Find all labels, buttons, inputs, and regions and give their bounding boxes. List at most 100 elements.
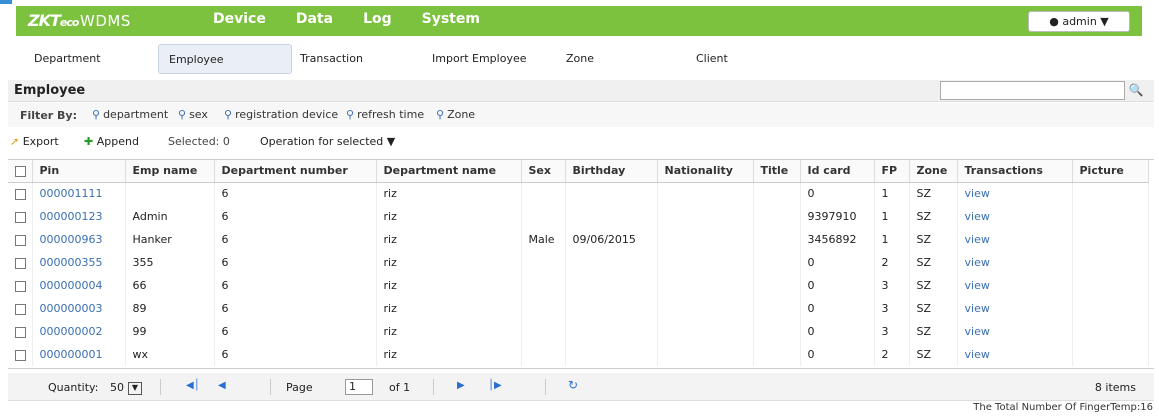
cell-transactions[interactable]: view bbox=[957, 274, 1073, 297]
table-row[interactable]: 000000002 99 6 riz 0 3 SZ view bbox=[8, 320, 1149, 343]
row-checkbox[interactable] bbox=[8, 228, 33, 251]
prev-page-icon[interactable]: ◀ bbox=[218, 380, 226, 391]
page-input[interactable]: 1 bbox=[345, 379, 373, 395]
table-row[interactable]: 000000001 wx 6 riz 0 2 SZ view bbox=[8, 343, 1149, 366]
pagination-bar: Quantity: 50 ▼ ◀│ ◀ Page 1 of 1 ▶ │▶ ↻ 8 … bbox=[8, 373, 1154, 401]
table-row[interactable]: 000000003 89 6 riz 0 3 SZ view bbox=[8, 297, 1149, 320]
cell-nationality bbox=[657, 274, 754, 297]
col-nationality[interactable]: Nationality bbox=[657, 160, 754, 183]
col-title[interactable]: Title bbox=[753, 160, 801, 183]
cell-sex: Male bbox=[521, 228, 566, 251]
operation-dropdown[interactable]: Operation for selected ▼ bbox=[260, 135, 395, 148]
user-menu-button[interactable]: ● admin ▼ bbox=[1028, 11, 1130, 32]
col-department-number[interactable]: Department number bbox=[214, 160, 377, 183]
filter-department[interactable]: ⚲ department bbox=[92, 108, 168, 121]
cell-transactions[interactable]: view bbox=[957, 320, 1073, 343]
row-checkbox[interactable] bbox=[8, 205, 33, 228]
col-id-card[interactable]: Id card bbox=[800, 160, 875, 183]
chevron-down-icon: ▼ bbox=[128, 381, 142, 395]
cell-transactions[interactable]: view bbox=[957, 251, 1073, 274]
col-picture[interactable]: Picture bbox=[1072, 160, 1149, 183]
cell-pin[interactable]: 000000123 bbox=[32, 205, 126, 228]
cell-sex bbox=[521, 297, 566, 320]
cell-pin[interactable]: 000000355 bbox=[32, 251, 126, 274]
cell-id-card: 3456892 bbox=[800, 228, 875, 251]
cell-pin[interactable]: 000001111 bbox=[32, 182, 126, 205]
selected-count: Selected: 0 bbox=[168, 135, 230, 148]
append-button[interactable]: ✚ Append bbox=[84, 135, 139, 148]
item-count: 8 items bbox=[1094, 381, 1136, 394]
row-checkbox[interactable] bbox=[8, 274, 33, 297]
col-department-name[interactable]: Department name bbox=[376, 160, 522, 183]
app-name: WDMS bbox=[80, 12, 131, 30]
search-input[interactable] bbox=[940, 81, 1125, 100]
filter-refresh-time[interactable]: ⚲ refresh time bbox=[346, 108, 424, 121]
refresh-icon[interactable]: ↻ bbox=[568, 378, 578, 392]
cell-pin[interactable]: 000000004 bbox=[32, 274, 126, 297]
cell-pin[interactable]: 000000963 bbox=[32, 228, 126, 251]
first-page-icon[interactable]: ◀│ bbox=[186, 380, 200, 391]
table-row[interactable]: 000001111 6 riz 0 1 SZ view bbox=[8, 182, 1149, 205]
page-of: of 1 bbox=[389, 381, 411, 394]
tab-zone[interactable]: Zone bbox=[566, 44, 594, 74]
col-pin[interactable]: Pin bbox=[32, 160, 126, 183]
select-all-checkbox[interactable] bbox=[8, 160, 33, 183]
cell-nationality bbox=[657, 251, 754, 274]
tab-client[interactable]: Client bbox=[696, 44, 728, 74]
col-emp-name[interactable]: Emp name bbox=[125, 160, 215, 183]
col-fp[interactable]: FP bbox=[874, 160, 910, 183]
caret-down-icon: ▼ bbox=[386, 135, 396, 148]
nav-system[interactable]: System bbox=[422, 11, 480, 27]
cell-transactions[interactable]: view bbox=[957, 205, 1073, 228]
nav-data[interactable]: Data bbox=[296, 11, 333, 27]
next-page-icon[interactable]: ▶ bbox=[457, 380, 465, 391]
row-checkbox[interactable] bbox=[8, 297, 33, 320]
cell-pin[interactable]: 000000003 bbox=[32, 297, 126, 320]
table-row[interactable]: 000000963 Hanker 6 riz Male 09/06/2015 3456892… bbox=[8, 228, 1149, 251]
quantity-select[interactable]: 50 ▼ bbox=[110, 381, 142, 395]
cell-birthday bbox=[565, 251, 658, 274]
cell-emp-name: Hanker bbox=[125, 228, 215, 251]
table-row[interactable]: 000000123 Admin 6 riz 9397910 1 SZ view bbox=[8, 205, 1149, 228]
filter-sex[interactable]: ⚲ sex bbox=[178, 108, 208, 121]
tab-import-employee[interactable]: Import Employee bbox=[432, 44, 526, 74]
tab-department[interactable]: Department bbox=[34, 44, 101, 74]
cell-department-name: riz bbox=[376, 182, 522, 205]
col-zone[interactable]: Zone bbox=[909, 160, 958, 183]
plus-icon: ✚ bbox=[84, 135, 94, 148]
filter-registration-device[interactable]: ⚲ registration device bbox=[224, 108, 338, 121]
search-icon[interactable]: 🔍 bbox=[1126, 81, 1146, 100]
magnifier-icon: ⚲ bbox=[92, 108, 101, 121]
row-checkbox[interactable] bbox=[8, 182, 33, 205]
page-label: Page bbox=[286, 381, 313, 394]
col-birthday[interactable]: Birthday bbox=[565, 160, 658, 183]
cell-zone: SZ bbox=[909, 251, 958, 274]
cell-sex bbox=[521, 251, 566, 274]
row-checkbox[interactable] bbox=[8, 320, 33, 343]
col-sex[interactable]: Sex bbox=[521, 160, 566, 183]
magnifier-icon: ⚲ bbox=[346, 108, 355, 121]
col-transactions[interactable]: Transactions bbox=[957, 160, 1073, 183]
cell-sex bbox=[521, 320, 566, 343]
tab-employee[interactable]: Employee bbox=[158, 44, 292, 74]
tab-transaction[interactable]: Transaction bbox=[300, 44, 363, 74]
nav-device[interactable]: Device bbox=[213, 11, 266, 27]
cell-transactions[interactable]: view bbox=[957, 182, 1073, 205]
cell-emp-name: 355 bbox=[125, 251, 215, 274]
last-page-icon[interactable]: │▶ bbox=[488, 380, 502, 391]
cell-pin[interactable]: 000000002 bbox=[32, 320, 126, 343]
nav-log[interactable]: Log bbox=[363, 11, 392, 27]
cell-transactions[interactable]: view bbox=[957, 343, 1073, 366]
main-nav: Device Data Log System bbox=[213, 11, 480, 27]
filter-zone[interactable]: ⚲ Zone bbox=[436, 108, 475, 121]
export-button[interactable]: ➚ Export bbox=[10, 135, 59, 148]
cell-transactions[interactable]: view bbox=[957, 297, 1073, 320]
cell-transactions[interactable]: view bbox=[957, 228, 1073, 251]
row-checkbox[interactable] bbox=[8, 251, 33, 274]
cell-title bbox=[753, 205, 801, 228]
table-row[interactable]: 000000004 66 6 riz 0 3 SZ view bbox=[8, 274, 1149, 297]
cell-pin[interactable]: 000000001 bbox=[32, 343, 126, 366]
row-checkbox[interactable] bbox=[8, 343, 33, 366]
cell-id-card: 0 bbox=[800, 251, 875, 274]
table-row[interactable]: 000000355 355 6 riz 0 2 SZ view bbox=[8, 251, 1149, 274]
